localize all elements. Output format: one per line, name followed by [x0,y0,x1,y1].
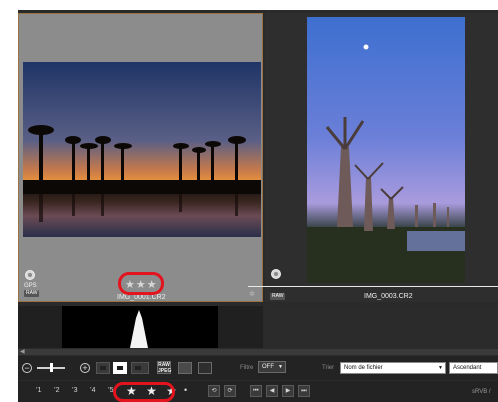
last-image-icon[interactable]: ⏭ [298,385,310,397]
globe-icon [25,270,35,280]
baobab-avenue-photo [307,17,465,283]
rating-highlight-ring [113,382,175,402]
thumbnail-filename: IMG_0003.CR2 [364,293,413,300]
rotate-left-icon[interactable]: ⟲ [208,385,220,397]
rating-3-button[interactable]: ’3 [72,387,77,394]
raw-jpeg-toggle[interactable]: RAW JPEG [157,361,171,374]
raw-badge: RAW [24,290,40,297]
thumbnail-cell-1[interactable]: GPS RAW ★★★ IMG_0001.CR2 ✲ [18,13,263,302]
rating-4-button[interactable]: ’4 [90,387,95,394]
thumbnail-filename: IMG_0001.CR2 [117,294,166,301]
view-list-dropdown[interactable] [131,362,149,374]
sunset-baobab-photo [23,62,261,237]
sort-field-dropdown[interactable]: Nom de fichier ▼ [340,362,446,374]
gps-label: GPS [24,283,37,289]
zoom-out-icon[interactable]: − [22,363,32,373]
sort-order-dropdown[interactable]: Ascendant [449,362,498,374]
rating-2-button[interactable]: ’2 [54,387,59,394]
thumbnail-cell-2[interactable]: RAW IMG_0003.CR2 [265,13,498,302]
view-thumbnail-icon [117,366,123,370]
rating-highlight-ring [118,272,164,295]
clear-rating-button[interactable]: • [184,385,187,395]
view-single-icon [100,366,106,370]
filter-value: OFF [262,364,274,370]
globe-icon [271,269,281,279]
zoom-in-icon[interactable]: + [80,363,90,373]
compare-view-button[interactable] [198,362,212,374]
horizontal-scrollbar[interactable]: ◀ [18,349,498,355]
raw-badge: RAW [270,293,286,300]
sort-label: Trier [322,365,335,371]
grid-view-button[interactable] [178,362,192,374]
scroll-left-icon[interactable]: ◀ [20,348,25,355]
sort-order-value: Ascendant [453,365,482,371]
divider-line [248,286,498,287]
view-toolbar: − + RAW JPEG Filtre OFF ▼ Trier Nom de f… [18,356,498,380]
next-image-icon[interactable]: ▶ [282,385,294,397]
view-list-icon [135,366,141,370]
dark-photo-preview [62,306,218,348]
zoom-slider-handle[interactable] [50,363,53,372]
chevron-down-icon: ▼ [438,365,443,371]
select-checkbox-icon[interactable]: ✲ [249,290,255,298]
chevron-down-icon: ▼ [278,364,283,370]
rating-1-button[interactable]: ’1 [36,387,41,394]
filter-dropdown[interactable]: OFF ▼ [258,361,286,373]
thumbnail-cell-3[interactable] [18,306,263,348]
view-thumbnail-button[interactable] [113,362,127,374]
first-image-icon[interactable]: ⏮ [250,385,262,397]
thumbnail-cell-4[interactable] [265,306,498,348]
rating-toolbar: ’1 ’2 ’3 ’4 ’5 ★ ★ ★ • ⟲ ⟳ ⏮ ◀ ▶ ⏭ sRVB … [18,381,498,402]
previous-image-icon[interactable]: ◀ [266,385,278,397]
jpeg-label: JPEG [158,368,172,374]
image-browser-window: GPS RAW ★★★ IMG_0001.CR2 ✲ RAW IMG_0003.… [18,10,498,402]
filter-label: Filtre [240,365,254,371]
view-single-button[interactable] [96,362,110,374]
color-space-label: sRVB / [472,389,491,395]
sort-field-value: Nom de fichier [344,365,383,371]
rotate-right-icon[interactable]: ⟳ [224,385,236,397]
